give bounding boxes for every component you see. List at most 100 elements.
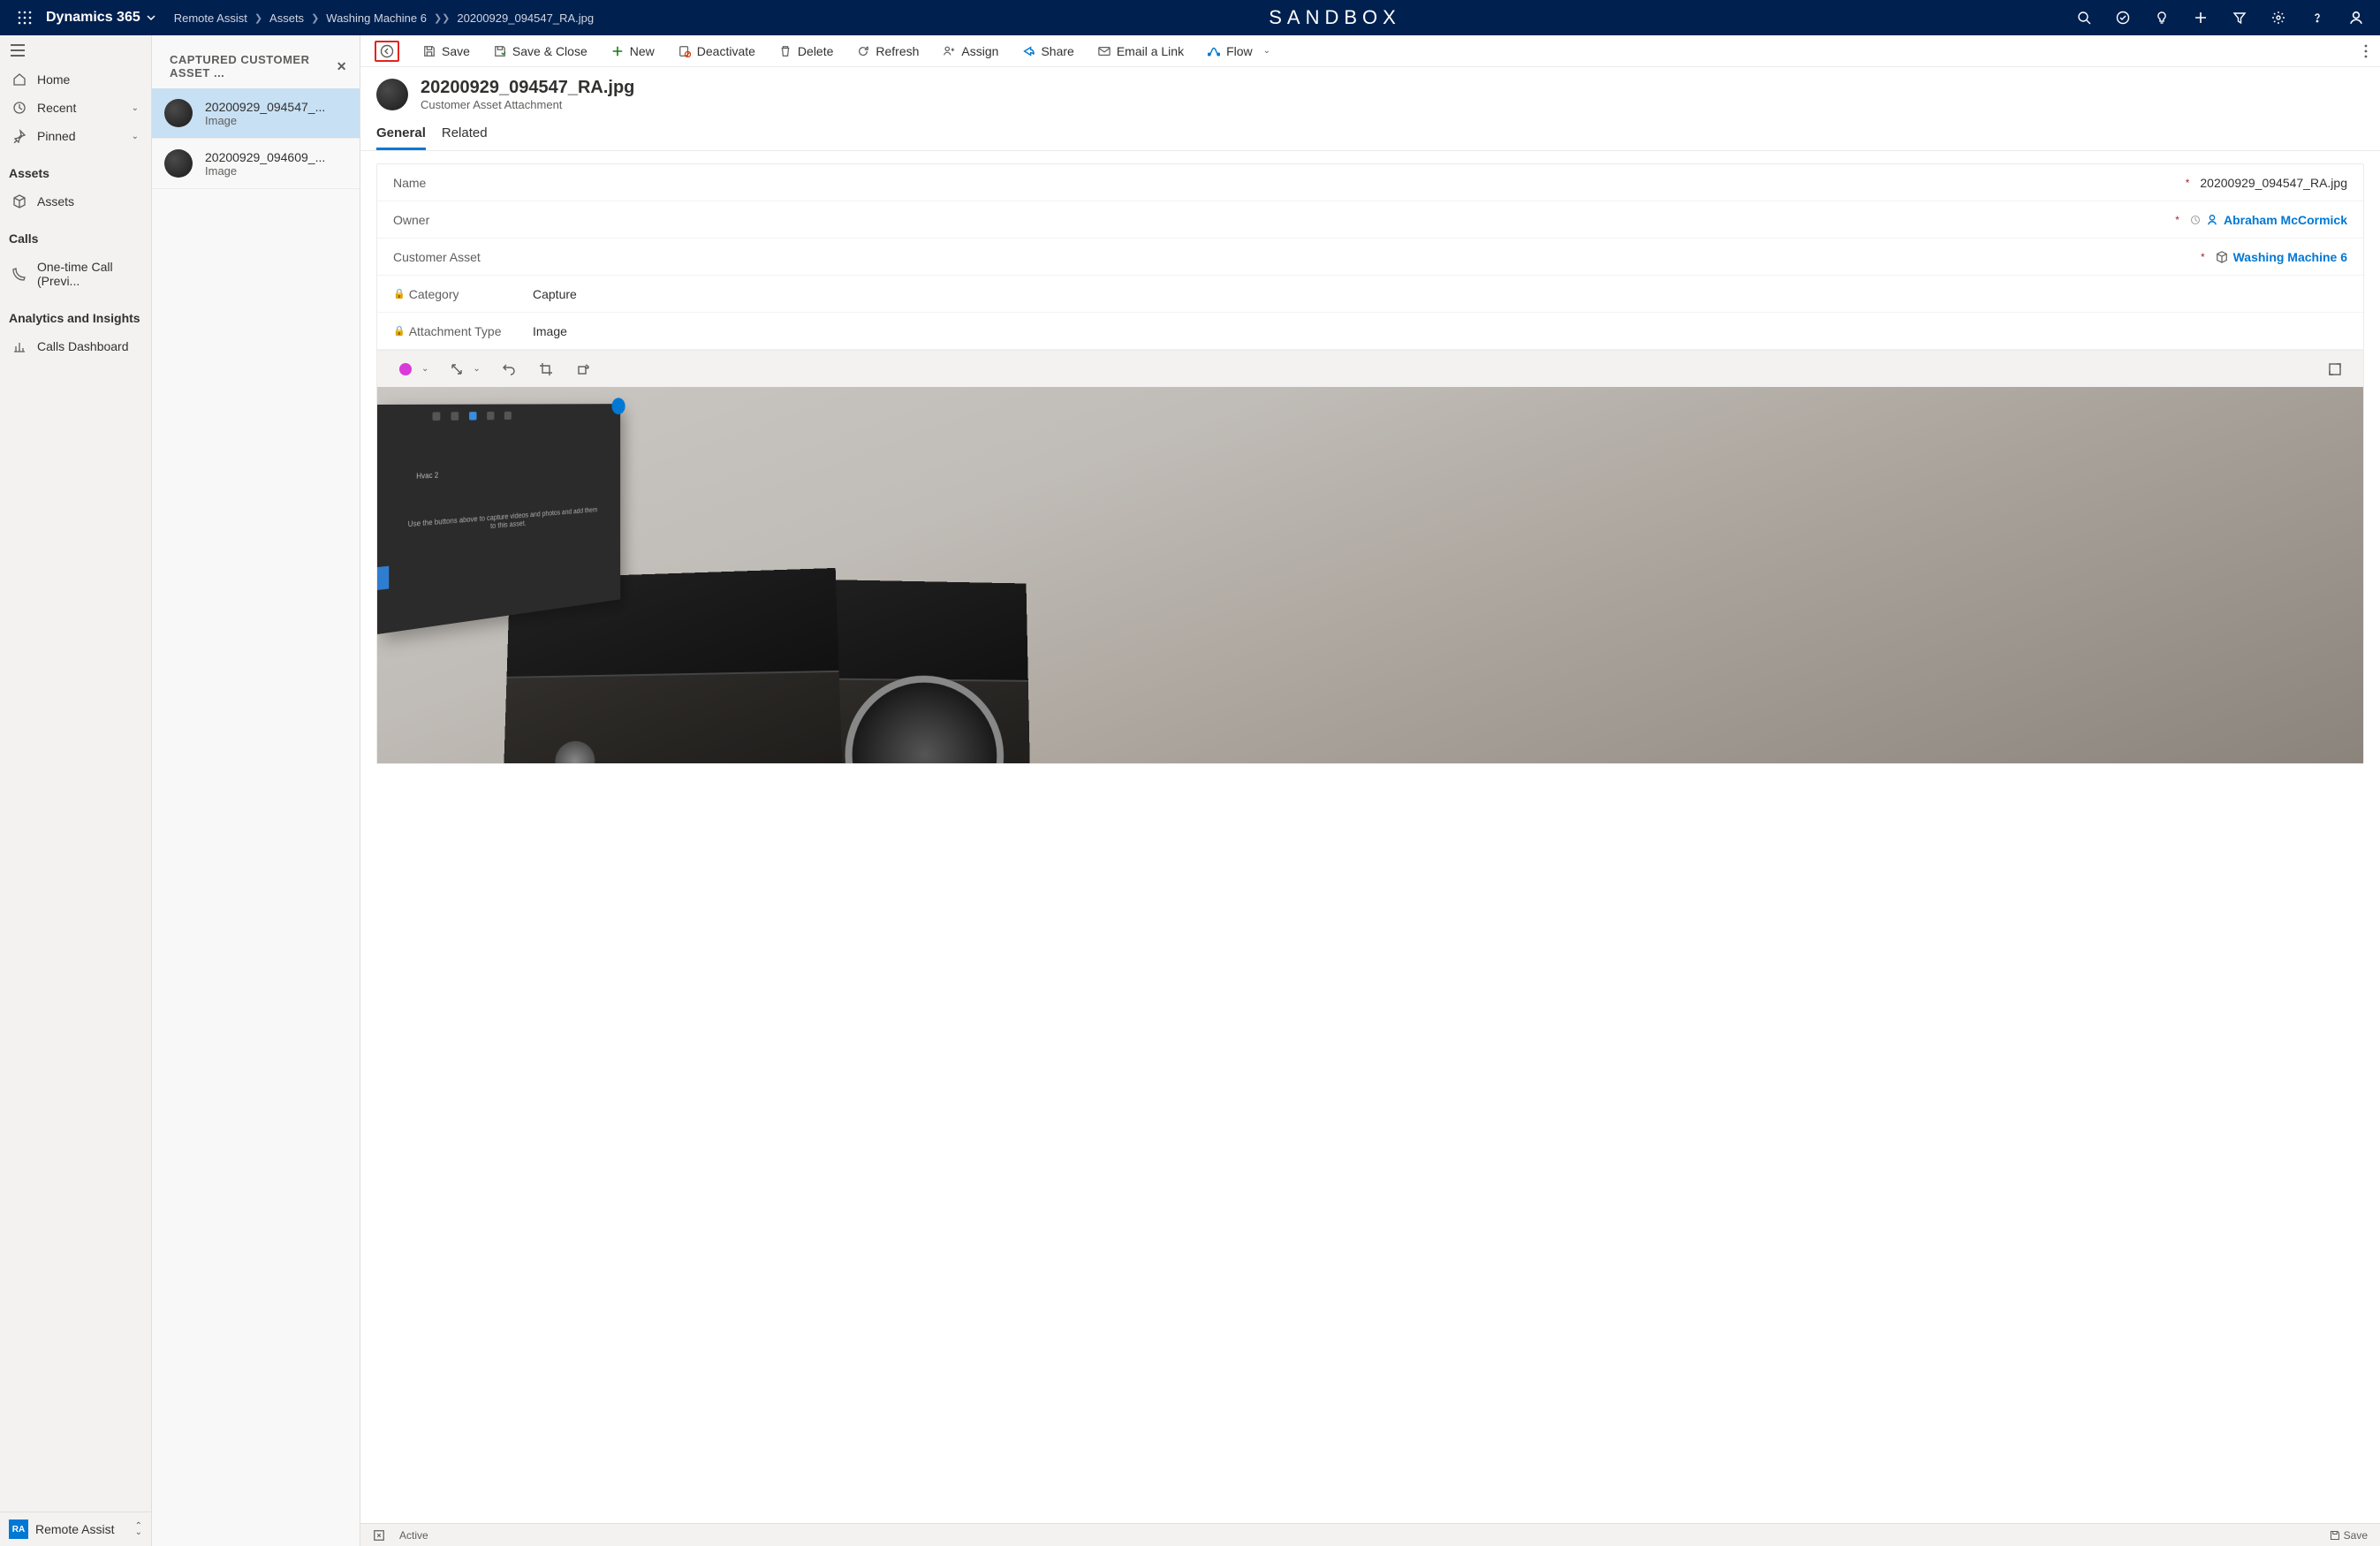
hamburger-icon[interactable] [0,35,151,65]
cmd-label: Share [1041,44,1073,58]
nav-section-analytics: Analytics and Insights [0,295,151,332]
command-bar: Save Save & Close New Deactivate Delete … [360,35,2380,67]
required-icon: * [2186,177,2190,189]
field-customer-asset[interactable]: Customer Asset * Washing Machine 6 [377,239,2363,276]
list-item-sub: Image [205,114,325,127]
record-subtitle: Customer Asset Attachment [421,98,634,111]
more-button[interactable] [2355,44,2376,58]
list-item[interactable]: 20200929_094609_... Image [152,139,360,189]
breadcrumb-item[interactable]: Washing Machine 6 [326,11,427,25]
nav-recent[interactable]: Recent ⌄ [0,94,151,122]
deactivate-button[interactable]: Deactivate [667,35,766,66]
field-value: Capture [533,287,577,301]
back-button[interactable] [364,35,410,66]
nav-assets[interactable]: Assets [0,187,151,216]
cmd-label: Deactivate [697,44,755,58]
site-nav: Home Recent ⌄ Pinned ⌄ Assets Assets Cal… [0,35,152,1546]
image-preview[interactable]: SAMSUNG SAMSUNG Hvac 2 Use the buttons a… [377,387,2363,763]
task-icon[interactable] [2115,10,2131,26]
crop-button[interactable] [537,360,555,378]
color-picker-button[interactable] [397,360,414,378]
nav-calls-dashboard[interactable]: Calls Dashboard [0,332,151,360]
record-header: 20200929_094547_RA.jpg Customer Asset At… [360,67,2380,111]
rotate-button[interactable] [574,360,592,378]
clock-small-icon [2190,215,2201,225]
assign-button[interactable]: Assign [931,35,1009,66]
user-icon[interactable] [2348,10,2364,26]
status-expand-icon[interactable] [373,1529,385,1542]
nav-pinned[interactable]: Pinned ⌄ [0,122,151,150]
image-toolbar: ⌄ ⌄ [377,350,2363,387]
tab-related[interactable]: Related [442,120,488,150]
brand-chevron-icon[interactable] [146,12,156,23]
share-icon [1021,44,1035,58]
deactivate-icon [678,44,692,58]
field-label: Customer Asset [393,250,481,264]
trash-icon [778,44,792,58]
nav-section-assets: Assets [0,150,151,187]
chevron-down-icon[interactable]: ⌄ [421,364,428,374]
breadcrumb-item[interactable]: 20200929_094547_RA.jpg [457,11,594,25]
main-content: Save Save & Close New Deactivate Delete … [360,35,2380,1546]
phone-icon [12,267,27,281]
new-button[interactable]: New [600,35,665,66]
breadcrumb-item[interactable]: Remote Assist [174,11,247,25]
share-button[interactable]: Share [1011,35,1084,66]
pin-badge-icon [611,398,625,414]
save-button[interactable]: Save [412,35,481,66]
app-launcher-icon[interactable] [7,11,42,25]
statusbar-save-button[interactable]: Save [2330,1529,2368,1542]
required-icon: * [2175,214,2179,226]
lightbulb-icon[interactable] [2154,10,2170,26]
cmd-label: Flow [1226,44,1253,58]
cmd-label: New [630,44,655,58]
field-value[interactable]: Abraham McCormick [2224,213,2347,227]
search-icon[interactable] [2076,10,2092,26]
nav-label: Recent [37,101,76,115]
nav-section-calls: Calls [0,216,151,253]
cube-icon [2216,251,2228,263]
gear-icon[interactable] [2270,10,2286,26]
field-value: 20200929_094547_RA.jpg [2200,176,2347,190]
breadcrumb-item[interactable]: Assets [269,11,304,25]
expand-button[interactable] [2326,360,2344,378]
field-owner[interactable]: Owner * Abraham McCormick [377,201,2363,239]
field-label: Category [409,287,459,301]
list-item-title: 20200929_094609_... [205,150,325,164]
home-icon [12,72,27,87]
breadcrumb-sep-icon: ❯❯ [434,12,450,24]
list-item[interactable]: 20200929_094547_... Image [152,88,360,139]
form-card: Name * 20200929_094547_RA.jpg Owner * Ab… [376,163,2364,764]
cmd-label: Save & Close [512,44,587,58]
close-icon[interactable]: ✕ [337,59,347,74]
marker-button[interactable] [448,360,466,378]
save-close-icon [493,44,507,58]
undo-button[interactable] [500,360,518,378]
cmd-label: Delete [798,44,833,58]
plus-icon [610,44,625,58]
brand-label[interactable]: Dynamics 365 [46,10,140,26]
chevron-down-icon[interactable]: ⌄ [473,364,480,374]
nav-home[interactable]: Home [0,65,151,94]
tab-general[interactable]: General [376,120,426,150]
list-header: CAPTURED CUSTOMER ASSET ... ✕ [152,35,360,88]
refresh-button[interactable]: Refresh [845,35,929,66]
plus-icon[interactable] [2193,10,2209,26]
field-value: Image [533,324,567,338]
flow-button[interactable]: Flow ⌄ [1196,35,1281,66]
field-value[interactable]: Washing Machine 6 [2233,250,2347,264]
email-link-button[interactable]: Email a Link [1087,35,1194,66]
delete-button[interactable]: Delete [768,35,844,66]
field-name[interactable]: Name * 20200929_094547_RA.jpg [377,164,2363,201]
save-close-button[interactable]: Save & Close [482,35,598,66]
clock-icon [12,101,27,115]
back-icon [380,44,394,58]
record-thumb-icon [376,79,408,110]
nav-label: Calls Dashboard [37,339,129,353]
help-icon[interactable] [2309,10,2325,26]
filter-icon[interactable] [2232,10,2247,26]
nav-label: Home [37,72,70,87]
nav-label: One-time Call (Previ... [37,260,139,288]
app-switcher[interactable]: RA Remote Assist ⌃⌄ [0,1512,151,1546]
nav-onetime-call[interactable]: One-time Call (Previ... [0,253,151,295]
